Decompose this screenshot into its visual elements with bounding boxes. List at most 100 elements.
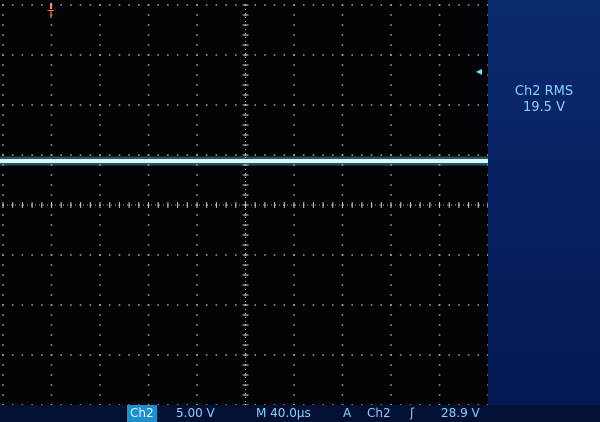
grid-dot xyxy=(302,154,305,156)
grid-dot xyxy=(341,374,344,376)
grid-dot xyxy=(196,184,198,186)
grid-dot xyxy=(196,224,198,226)
grid-dot xyxy=(458,304,460,306)
grid-dot xyxy=(225,154,227,156)
grid-dot xyxy=(60,54,62,56)
grid-dot xyxy=(196,394,198,396)
grid-dot xyxy=(99,144,101,146)
grid-dot xyxy=(99,264,101,266)
grid-dot xyxy=(50,264,53,266)
grid-dot xyxy=(293,214,295,216)
grid-dot xyxy=(147,194,150,196)
grid-dot xyxy=(70,4,72,6)
grid-dot xyxy=(147,234,150,236)
grid-dot xyxy=(390,74,392,76)
grid-dot xyxy=(467,254,470,256)
grid-dot xyxy=(2,4,4,6)
grid-dot xyxy=(196,244,198,246)
grid-dot xyxy=(138,304,140,306)
grid-dot xyxy=(147,364,150,366)
grid-dot xyxy=(196,364,198,366)
grid-dot xyxy=(186,254,189,256)
grid-dot xyxy=(332,154,334,156)
grid-dot xyxy=(458,104,460,106)
grid-dot xyxy=(147,294,150,296)
grid-dot xyxy=(2,254,4,256)
grid-dot xyxy=(312,104,315,106)
trigger-level-arrow-icon[interactable]: ◂ xyxy=(476,64,482,78)
grid-dot xyxy=(50,64,53,66)
grid-dot xyxy=(293,124,295,126)
grid-dot xyxy=(138,104,140,106)
grid-dot xyxy=(293,34,295,36)
grid-dot xyxy=(196,274,198,276)
grid-dot xyxy=(2,124,4,126)
grid-dot xyxy=(157,354,159,356)
grid-dot xyxy=(361,304,363,306)
grid-dot xyxy=(273,104,276,106)
grid-dot xyxy=(438,314,441,316)
grid-dot xyxy=(118,154,121,156)
grid-dot xyxy=(458,154,460,156)
grid-dot xyxy=(108,254,111,256)
grid-dot xyxy=(332,104,334,106)
grid-dot xyxy=(205,254,208,256)
grid-dot xyxy=(167,304,169,306)
grid-dot xyxy=(50,234,53,236)
grid-dot xyxy=(419,254,421,256)
grid-dot xyxy=(225,254,227,256)
grid-dot xyxy=(419,154,421,156)
grid-dot xyxy=(147,264,150,266)
grid-dot xyxy=(41,304,43,306)
grid-dot xyxy=(147,174,150,176)
grid-dot xyxy=(2,84,4,86)
grid-dot xyxy=(254,4,256,6)
trigger-position-marker[interactable]: T xyxy=(45,3,57,21)
grid-dot xyxy=(390,324,392,326)
grid-dot xyxy=(235,254,237,256)
grid-dot xyxy=(264,54,266,56)
grid-dot xyxy=(429,304,431,306)
channel-badge[interactable]: Ch2 xyxy=(127,405,157,422)
grid-dot xyxy=(293,74,295,76)
grid-dot xyxy=(196,384,198,386)
grid-dot xyxy=(438,234,441,236)
grid-dot xyxy=(176,4,179,6)
grid-dot xyxy=(370,154,373,156)
grid-dot xyxy=(438,354,441,356)
grid-dot xyxy=(351,254,353,256)
grid-dot xyxy=(448,354,450,356)
grid-dot xyxy=(312,154,315,156)
grid-dot xyxy=(438,94,441,96)
grid-dot xyxy=(147,314,150,316)
grid-dot xyxy=(409,304,412,306)
grid-dot xyxy=(409,354,412,356)
grid-dot xyxy=(458,4,460,6)
grid-dot xyxy=(235,104,237,106)
grid-dot xyxy=(147,34,150,36)
grid-dot xyxy=(196,124,198,126)
grid-dot xyxy=(176,354,179,356)
grid-dot xyxy=(438,384,441,386)
grid-dot xyxy=(147,214,150,216)
grid-dot xyxy=(438,274,441,276)
grid-dot xyxy=(70,254,72,256)
grid-dot xyxy=(293,54,295,56)
grid-dot xyxy=(2,374,4,376)
grid-dot xyxy=(341,124,344,126)
grid-dot xyxy=(312,4,315,6)
grid-dot xyxy=(128,254,130,256)
grid-dot xyxy=(147,84,150,86)
grid-dot xyxy=(196,284,198,286)
grid-dot xyxy=(2,344,4,346)
grid-dot xyxy=(2,114,4,116)
grid-dot xyxy=(196,94,198,96)
grid-dot xyxy=(196,14,198,16)
grid-dot xyxy=(322,104,324,106)
grid-dot xyxy=(31,54,33,56)
grid-dot xyxy=(50,184,53,186)
grid-dot xyxy=(41,154,43,156)
grid-dot xyxy=(215,254,218,256)
grid-dot xyxy=(429,104,431,106)
grid-dot xyxy=(147,384,150,386)
